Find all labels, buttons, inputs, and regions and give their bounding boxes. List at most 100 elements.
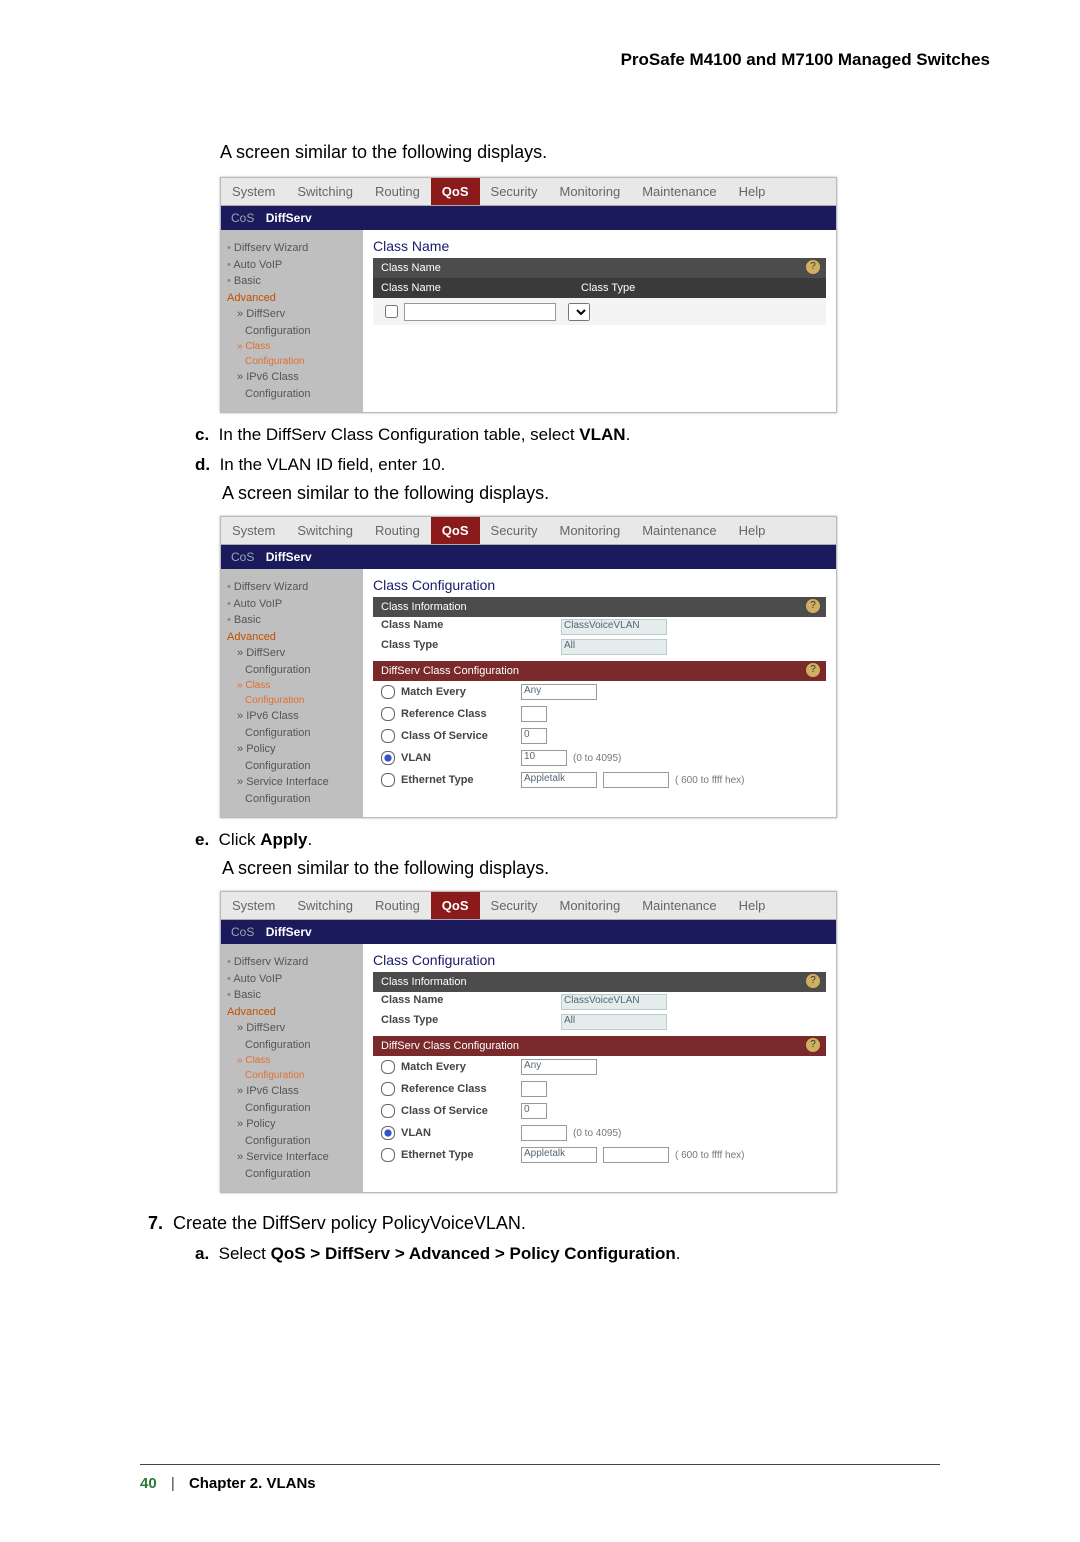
- ethernet-hex-field[interactable]: [603, 1147, 669, 1163]
- help-icon[interactable]: ?: [806, 974, 820, 988]
- tab-monitoring[interactable]: Monitoring: [549, 517, 632, 544]
- radio-icon[interactable]: [381, 773, 395, 787]
- side-basic[interactable]: Basic: [227, 612, 357, 629]
- side-diffserv-config[interactable]: Configuration: [227, 1037, 357, 1054]
- side-diffserv-config[interactable]: Configuration: [227, 662, 357, 679]
- tab-maintenance[interactable]: Maintenance: [631, 517, 727, 544]
- tab-system[interactable]: System: [221, 178, 286, 205]
- row-reference-class[interactable]: Reference Class: [373, 703, 826, 725]
- side-service-interface[interactable]: » Service Interface: [227, 1149, 357, 1166]
- tab-qos[interactable]: QoS: [431, 517, 480, 544]
- tab-maintenance[interactable]: Maintenance: [631, 892, 727, 919]
- tab-routing[interactable]: Routing: [364, 178, 431, 205]
- side-advanced[interactable]: Advanced: [227, 290, 357, 307]
- row-match-every[interactable]: Match EveryAny: [373, 681, 826, 703]
- side-service-config[interactable]: Configuration: [227, 791, 357, 808]
- radio-icon[interactable]: [381, 1104, 395, 1118]
- radio-icon[interactable]: [381, 1082, 395, 1096]
- side-ipv6-config[interactable]: Configuration: [227, 725, 357, 742]
- table-row[interactable]: [373, 298, 826, 325]
- side-diffserv[interactable]: » DiffServ: [227, 645, 357, 662]
- tab-system[interactable]: System: [221, 517, 286, 544]
- row-reference-class[interactable]: Reference Class: [373, 1078, 826, 1100]
- tab-monitoring[interactable]: Monitoring: [549, 178, 632, 205]
- radio-icon[interactable]: [381, 1060, 395, 1074]
- radio-icon[interactable]: [381, 751, 395, 765]
- vlan-field[interactable]: 10: [521, 750, 567, 766]
- ethernet-type-field[interactable]: Appletalk: [521, 772, 597, 788]
- side-ipv6-config[interactable]: Configuration: [227, 1100, 357, 1117]
- vlan-field[interactable]: [521, 1125, 567, 1141]
- row-class-of-service[interactable]: Class Of Service0: [373, 725, 826, 747]
- tab-switching[interactable]: Switching: [286, 178, 364, 205]
- tab-security[interactable]: Security: [480, 892, 549, 919]
- tab-maintenance[interactable]: Maintenance: [631, 178, 727, 205]
- subtab-diffserv[interactable]: DiffServ: [266, 925, 312, 939]
- ethernet-type-field[interactable]: Appletalk: [521, 1147, 597, 1163]
- row-vlan[interactable]: VLAN10(0 to 4095): [373, 747, 826, 769]
- match-every-field[interactable]: Any: [521, 1059, 597, 1075]
- tab-routing[interactable]: Routing: [364, 517, 431, 544]
- radio-icon[interactable]: [381, 729, 395, 743]
- subtab-diffserv[interactable]: DiffServ: [266, 550, 312, 564]
- side-auto-voip[interactable]: Auto VoIP: [227, 971, 357, 988]
- side-class[interactable]: » Class: [227, 1053, 357, 1068]
- side-basic[interactable]: Basic: [227, 273, 357, 290]
- side-ipv6-class[interactable]: » IPv6 Class: [227, 708, 357, 725]
- radio-icon[interactable]: [381, 1126, 395, 1140]
- class-name-input[interactable]: [404, 303, 556, 321]
- subtab-diffserv[interactable]: DiffServ: [266, 211, 312, 225]
- row-vlan[interactable]: VLAN(0 to 4095): [373, 1122, 826, 1144]
- row-ethernet-type[interactable]: Ethernet TypeAppletalk( 600 to ffff hex): [373, 1144, 826, 1166]
- side-advanced[interactable]: Advanced: [227, 1004, 357, 1021]
- subtab-cos[interactable]: CoS: [231, 211, 254, 225]
- radio-icon[interactable]: [381, 1148, 395, 1162]
- side-ipv6-class[interactable]: » IPv6 Class: [227, 1083, 357, 1100]
- tab-monitoring[interactable]: Monitoring: [549, 892, 632, 919]
- reference-class-field[interactable]: [521, 1081, 547, 1097]
- side-class-config[interactable]: Configuration: [227, 354, 357, 369]
- tab-system[interactable]: System: [221, 892, 286, 919]
- side-diffserv-wizard[interactable]: Diffserv Wizard: [227, 240, 357, 257]
- row-class-of-service[interactable]: Class Of Service0: [373, 1100, 826, 1122]
- row-ethernet-type[interactable]: Ethernet TypeAppletalk( 600 to ffff hex): [373, 769, 826, 791]
- help-icon[interactable]: ?: [806, 663, 820, 677]
- class-of-service-field[interactable]: 0: [521, 728, 547, 744]
- side-auto-voip[interactable]: Auto VoIP: [227, 596, 357, 613]
- tab-qos[interactable]: QoS: [431, 178, 480, 205]
- side-ipv6-config[interactable]: Configuration: [227, 386, 357, 403]
- side-policy[interactable]: » Policy: [227, 741, 357, 758]
- side-policy-config[interactable]: Configuration: [227, 1133, 357, 1150]
- tab-help[interactable]: Help: [728, 517, 777, 544]
- match-every-field[interactable]: Any: [521, 684, 597, 700]
- tab-switching[interactable]: Switching: [286, 517, 364, 544]
- row-match-every[interactable]: Match EveryAny: [373, 1056, 826, 1078]
- radio-icon[interactable]: [381, 707, 395, 721]
- class-of-service-field[interactable]: 0: [521, 1103, 547, 1119]
- side-class-config[interactable]: Configuration: [227, 693, 357, 708]
- side-policy[interactable]: » Policy: [227, 1116, 357, 1133]
- side-advanced[interactable]: Advanced: [227, 629, 357, 646]
- side-service-config[interactable]: Configuration: [227, 1166, 357, 1183]
- side-diffserv-wizard[interactable]: Diffserv Wizard: [227, 579, 357, 596]
- tab-qos[interactable]: QoS: [431, 892, 480, 919]
- side-basic[interactable]: Basic: [227, 987, 357, 1004]
- radio-icon[interactable]: [381, 685, 395, 699]
- side-class-config[interactable]: Configuration: [227, 1068, 357, 1083]
- reference-class-field[interactable]: [521, 706, 547, 722]
- row-checkbox[interactable]: [385, 305, 398, 318]
- side-diffserv[interactable]: » DiffServ: [227, 1020, 357, 1037]
- ethernet-hex-field[interactable]: [603, 772, 669, 788]
- side-diffserv[interactable]: » DiffServ: [227, 306, 357, 323]
- tab-routing[interactable]: Routing: [364, 892, 431, 919]
- tab-security[interactable]: Security: [480, 178, 549, 205]
- side-class[interactable]: » Class: [227, 339, 357, 354]
- side-diffserv-config[interactable]: Configuration: [227, 323, 357, 340]
- help-icon[interactable]: ?: [806, 1038, 820, 1052]
- subtab-cos[interactable]: CoS: [231, 925, 254, 939]
- side-service-interface[interactable]: » Service Interface: [227, 774, 357, 791]
- side-diffserv-wizard[interactable]: Diffserv Wizard: [227, 954, 357, 971]
- side-class[interactable]: » Class: [227, 678, 357, 693]
- tab-security[interactable]: Security: [480, 517, 549, 544]
- side-auto-voip[interactable]: Auto VoIP: [227, 257, 357, 274]
